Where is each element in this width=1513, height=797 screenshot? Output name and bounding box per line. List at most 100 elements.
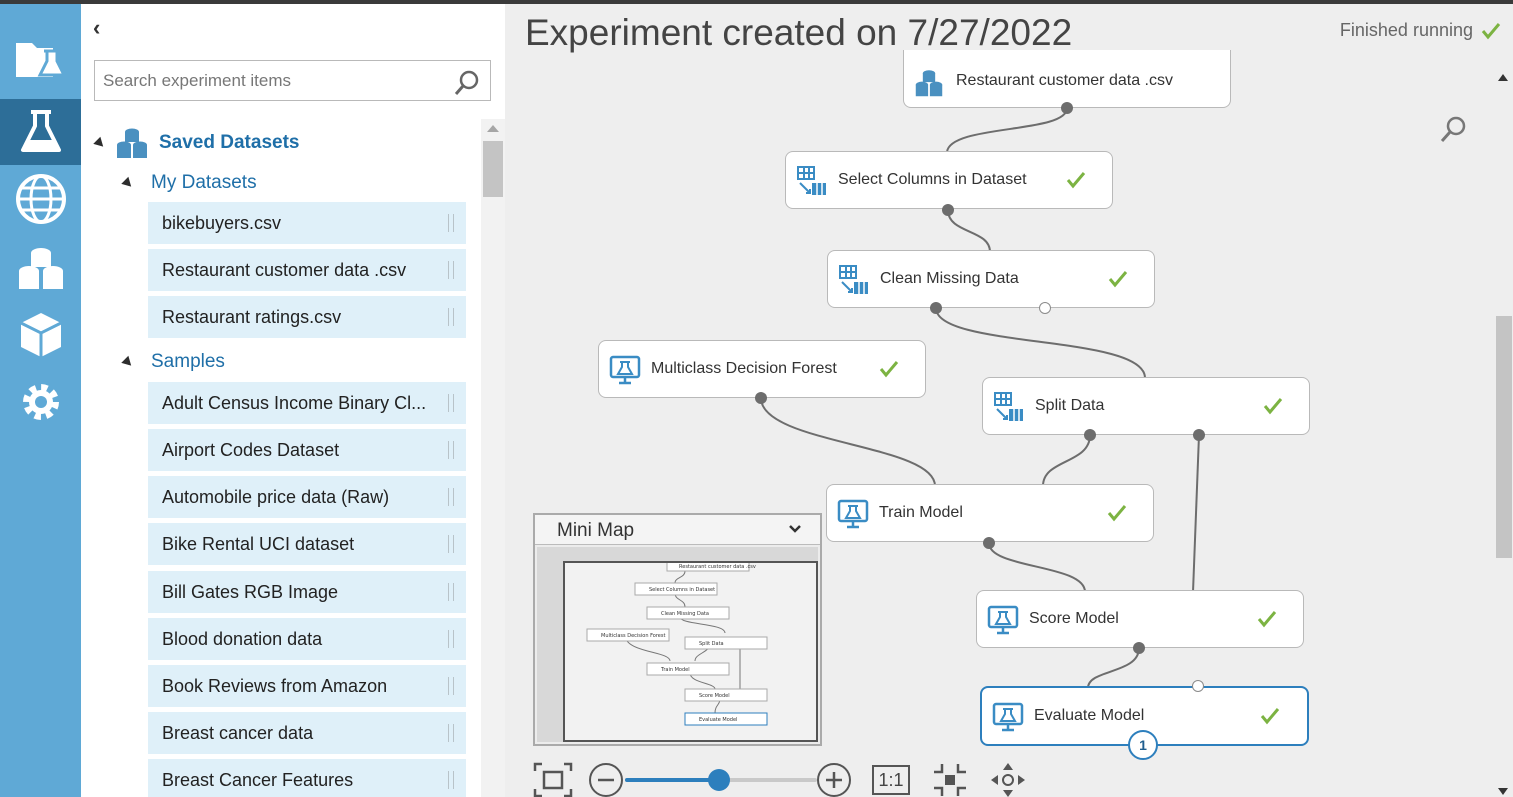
- module-multiclass-decision-forest[interactable]: Multiclass Decision Forest: [598, 340, 926, 398]
- output-port[interactable]: [1061, 102, 1073, 114]
- module-label: Split Data: [1035, 397, 1105, 414]
- zoom-in-icon[interactable]: [816, 762, 852, 797]
- scroll-up-arrow-icon[interactable]: [1498, 74, 1508, 81]
- globe-icon: [15, 174, 66, 224]
- expand-triangle-icon[interactable]: [121, 176, 135, 190]
- drag-handle[interactable]: [448, 308, 454, 326]
- expand-triangle-icon[interactable]: [121, 355, 135, 369]
- mm-label: Select Columns in Dataset: [649, 587, 715, 593]
- experiment-items-palette: ‹ Saved Datasets My Datasets bikebuyers.…: [81, 4, 505, 797]
- list-item[interactable]: Blood donation data: [148, 618, 466, 660]
- drag-handle[interactable]: [448, 261, 454, 279]
- dataset-label: Breast Cancer Features: [162, 769, 354, 790]
- drag-handle[interactable]: [448, 214, 454, 232]
- list-item[interactable]: Restaurant customer data .csv: [148, 249, 466, 291]
- drag-handle[interactable]: [448, 441, 454, 459]
- canvas-scrollbar[interactable]: [1493, 66, 1513, 797]
- fit-selection-icon[interactable]: [533, 762, 573, 797]
- search-input[interactable]: [103, 70, 453, 92]
- module-clean-missing-data[interactable]: Clean Missing Data: [827, 250, 1155, 308]
- module-label: Train Model: [879, 504, 963, 521]
- output-port-badge[interactable]: 1: [1128, 730, 1158, 760]
- dataset-icon: [915, 70, 943, 97]
- mini-map-header[interactable]: Mini Map: [535, 515, 820, 545]
- list-item[interactable]: Automobile price data (Raw): [148, 476, 466, 518]
- mini-map-body: Restaurant customer data .csv Select Col…: [537, 547, 818, 742]
- collapse-palette-button[interactable]: ‹: [93, 17, 100, 39]
- dataset-label: Automobile price data (Raw): [162, 486, 390, 507]
- scrollbar-thumb[interactable]: [1496, 316, 1512, 558]
- mm-label: Evaluate Model: [699, 717, 737, 723]
- dataset-label: Restaurant ratings.csv: [162, 306, 342, 327]
- palette-scrollbar[interactable]: [481, 119, 505, 797]
- list-item[interactable]: Book Reviews from Amazon: [148, 665, 466, 707]
- transform-icon: [839, 265, 868, 294]
- list-item[interactable]: Breast Cancer Features: [148, 759, 466, 797]
- output-port[interactable]: [1084, 429, 1096, 441]
- input-port[interactable]: [1192, 680, 1204, 692]
- drag-handle[interactable]: [448, 535, 454, 553]
- zoom-slider[interactable]: [625, 769, 817, 791]
- scroll-down-arrow-icon[interactable]: [1498, 788, 1508, 795]
- output-port[interactable]: [1133, 642, 1145, 654]
- list-item[interactable]: Airport Codes Dataset: [148, 429, 466, 471]
- output-port[interactable]: [1193, 429, 1205, 441]
- actual-size-button[interactable]: 1:1: [872, 765, 910, 795]
- check-icon: [1066, 172, 1086, 189]
- nav-settings[interactable]: [0, 369, 81, 435]
- drag-handle[interactable]: [448, 488, 454, 506]
- expand-triangle-icon[interactable]: [93, 136, 107, 150]
- list-item[interactable]: Breast cancer data: [148, 712, 466, 754]
- output-port[interactable]: [930, 302, 942, 314]
- mm-label: Score Model: [699, 693, 730, 699]
- drag-handle[interactable]: [448, 771, 454, 789]
- search-icon[interactable]: [454, 70, 480, 96]
- mini-map-viewport[interactable]: Restaurant customer data .csv Select Col…: [563, 560, 818, 742]
- list-item[interactable]: Bike Rental UCI dataset: [148, 523, 466, 565]
- module-split-data[interactable]: Split Data: [982, 377, 1310, 435]
- zoom-to-fit-icon[interactable]: [932, 762, 968, 797]
- module-select-columns[interactable]: Select Columns in Dataset: [785, 151, 1113, 209]
- dataset-label: Blood donation data: [162, 628, 323, 649]
- model-icon: [837, 499, 869, 529]
- scroll-up-arrow-icon[interactable]: [487, 125, 499, 132]
- nav-projects[interactable]: [0, 26, 81, 92]
- zoom-toolbar: 1:1: [533, 762, 1033, 797]
- nav-web-services[interactable]: [0, 166, 81, 232]
- zoom-slider-handle[interactable]: [708, 769, 731, 791]
- transform-icon: [994, 392, 1023, 421]
- module-train-model[interactable]: Train Model: [826, 484, 1154, 542]
- zoom-out-icon[interactable]: [588, 762, 624, 797]
- list-item[interactable]: bikebuyers.csv: [148, 202, 466, 244]
- tree-node-samples[interactable]: Samples: [121, 351, 225, 373]
- drag-handle[interactable]: [448, 583, 454, 601]
- module-restaurant-customer-data[interactable]: Restaurant customer data .csv: [903, 50, 1231, 108]
- output-port[interactable]: [983, 537, 995, 549]
- check-icon: [1257, 611, 1277, 628]
- check-icon: [879, 361, 899, 378]
- drag-handle[interactable]: [448, 677, 454, 695]
- nav-trained-models[interactable]: [0, 302, 81, 368]
- drag-handle[interactable]: [448, 724, 454, 742]
- list-item[interactable]: Bill Gates RGB Image: [148, 571, 466, 613]
- experiment-canvas[interactable]: Experiment created on 7/27/2022 Finished…: [505, 4, 1513, 797]
- chevron-down-icon[interactable]: [788, 524, 802, 534]
- pan-icon[interactable]: [990, 762, 1026, 797]
- list-item[interactable]: Restaurant ratings.csv: [148, 296, 466, 338]
- nav-datasets[interactable]: [0, 236, 81, 302]
- scrollbar-thumb[interactable]: [483, 141, 503, 197]
- module-score-model[interactable]: Score Model: [976, 590, 1304, 648]
- tree-node-saved-datasets[interactable]: Saved Datasets: [93, 126, 299, 160]
- transform-icon: [797, 166, 826, 195]
- drag-handle[interactable]: [448, 394, 454, 412]
- output-port[interactable]: [942, 204, 954, 216]
- drag-handle[interactable]: [448, 630, 454, 648]
- list-item[interactable]: Adult Census Income Binary Cl...: [148, 382, 466, 424]
- mm-label: Restaurant customer data .csv: [679, 564, 756, 570]
- output-port[interactable]: [1039, 302, 1051, 314]
- mini-map[interactable]: Mini Map Restaurant customer data .csv S…: [533, 513, 822, 746]
- output-port[interactable]: [755, 392, 767, 404]
- folder-flask-icon: [15, 43, 66, 77]
- tree-node-my-datasets[interactable]: My Datasets: [121, 172, 257, 194]
- nav-experiments[interactable]: [0, 99, 81, 165]
